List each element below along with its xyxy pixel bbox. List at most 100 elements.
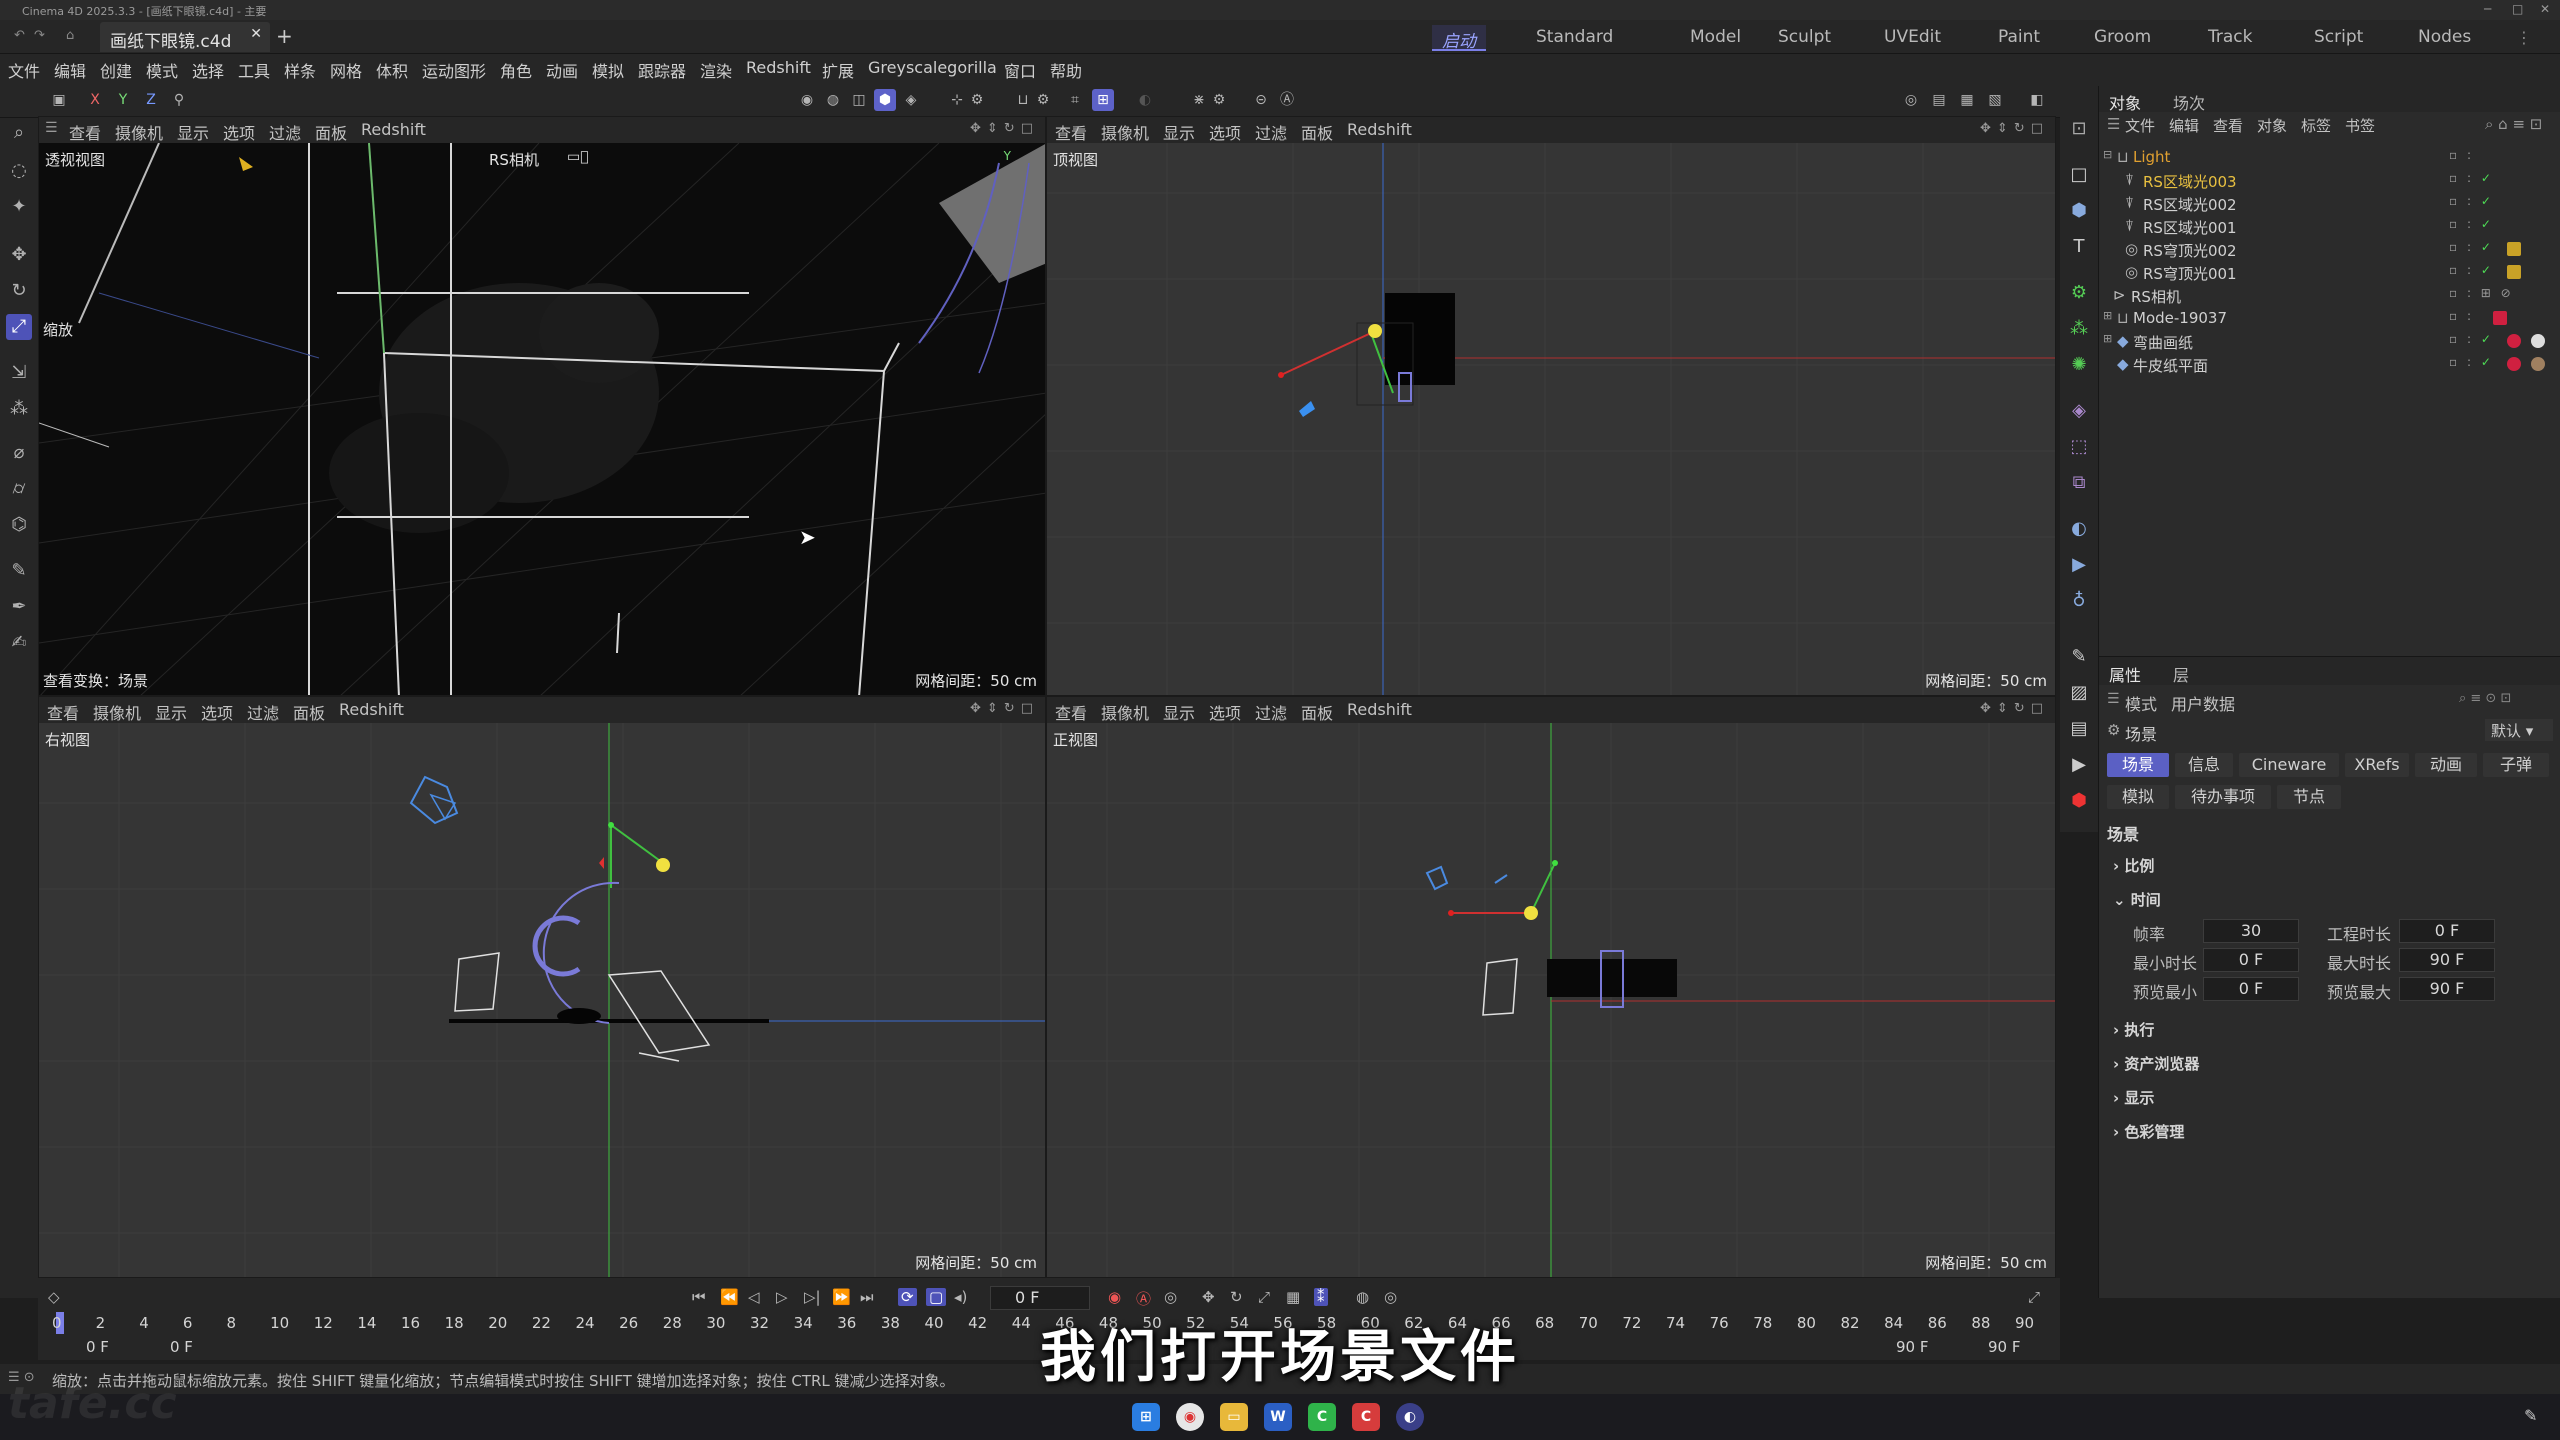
vp-menu-display[interactable]: 显示	[155, 700, 187, 724]
chrome-icon[interactable]: ◉	[1176, 1403, 1204, 1431]
layout-tab-script[interactable]: Script	[2304, 25, 2373, 51]
menu-mesh[interactable]: 网格	[330, 58, 362, 82]
motion-system-icon[interactable]: ◍	[1356, 1288, 1369, 1306]
expand-icon[interactable]: ⊟	[2103, 148, 2112, 161]
attr-btn-cineware[interactable]: Cineware	[2239, 753, 2339, 777]
grid-snap-icon[interactable]: ⊞	[1092, 89, 1114, 111]
vp-menu-filter[interactable]: 过滤	[1255, 120, 1287, 144]
search-objects-icon[interactable]: ⌕ ⌂ ≡ ⊡	[2485, 115, 2542, 133]
fps-field[interactable]: 30	[2203, 919, 2299, 943]
render-active-icon[interactable]: ▤	[1928, 89, 1950, 111]
viewport-canvas[interactable]	[1047, 723, 2055, 1277]
viewport-nav-icons[interactable]: ✥⇕↻□	[1980, 701, 2049, 716]
sound-icon[interactable]: ◂)	[954, 1288, 967, 1306]
timeline-icon[interactable]: ▤	[2066, 716, 2092, 742]
attr-menu-mode[interactable]: 模式	[2125, 691, 2157, 715]
obj-menu-file[interactable]: 文件	[2125, 115, 2155, 136]
brush-icon[interactable]: ✎	[6, 558, 32, 584]
layout-tab-track[interactable]: Track	[2198, 25, 2262, 51]
visibility-flags[interactable]: ▫ : ✓	[2449, 171, 2494, 185]
viewport-front[interactable]: 查看 摄像机 显示 选项 过滤 面板 Redshift ✥⇕↻□ 正视图 网格间…	[1046, 696, 2056, 1278]
document-tab[interactable]: 画纸下眼镜.c4d ✕	[100, 22, 270, 52]
coordinate-system-icon[interactable]: ⚲	[168, 89, 190, 111]
rotate-icon[interactable]: ↻	[6, 278, 32, 304]
viewport-canvas[interactable]	[39, 723, 1045, 1277]
max-time-field[interactable]: 90 F	[2399, 948, 2495, 972]
vp-menu-options[interactable]: 选项	[1209, 120, 1241, 144]
attr-btn-animation[interactable]: 动画	[2415, 753, 2477, 777]
visibility-flags[interactable]: ▫ : ✓	[2449, 355, 2494, 369]
obj-menu-bookmarks[interactable]: 书签	[2345, 115, 2375, 136]
menu-spline[interactable]: 样条	[284, 58, 316, 82]
attr-btn-todo[interactable]: 待办事项	[2175, 785, 2271, 809]
tree-row-rs-area-light-002[interactable]: ⍒ RS区域光002 ▫ : ✓	[2099, 192, 2560, 215]
menu-tools[interactable]: 工具	[238, 58, 270, 82]
attr-btn-xrefs[interactable]: XRefs	[2345, 753, 2409, 777]
wechat-icon[interactable]: C	[1308, 1403, 1336, 1431]
obj-menu-edit[interactable]: 编辑	[2169, 115, 2199, 136]
viewport-canvas[interactable]	[1047, 143, 2055, 695]
prev-frame-icon[interactable]: ◁	[748, 1288, 760, 1306]
vp-menu-filter[interactable]: 过滤	[1255, 700, 1287, 724]
group-time[interactable]: ⌄ 时间	[2113, 889, 2161, 910]
attr-btn-bullet[interactable]: 子弹	[2483, 753, 2549, 777]
polygons-mode-icon[interactable]: ⬢	[874, 89, 896, 111]
workplane-icon[interactable]: ⋇	[1188, 89, 1210, 111]
vp-menu-view[interactable]: 查看	[47, 700, 79, 724]
vp-menu-display[interactable]: 显示	[1163, 120, 1195, 144]
home-icon[interactable]: ⌂	[66, 28, 74, 43]
vp-menu-view[interactable]: 查看	[1055, 700, 1087, 724]
vp-menu-options[interactable]: 选项	[201, 700, 233, 724]
visibility-flags[interactable]: ▫ : ⊞ ⊘	[2449, 286, 2514, 300]
redshift-icon[interactable]: ⬢	[2066, 788, 2092, 814]
material-tag-icon[interactable]	[2507, 357, 2521, 371]
volume-icon[interactable]: ⧉	[2066, 470, 2092, 496]
render-view-icon[interactable]: ◎	[1900, 89, 1922, 111]
camera-icon[interactable]: ▶	[2066, 552, 2092, 578]
layout-tab-model[interactable]: Model	[1680, 25, 1751, 51]
expand-icon[interactable]: ⊞	[2103, 309, 2112, 322]
obj-menu-tags[interactable]: 标签	[2301, 115, 2331, 136]
material-sphere-icon[interactable]	[2531, 334, 2545, 348]
magnet-settings-icon[interactable]: ⚙	[1032, 89, 1054, 111]
group-display[interactable]: › 显示	[2113, 1087, 2154, 1108]
menu-extensions[interactable]: 扩展	[822, 58, 854, 82]
tree-row-mode-19037[interactable]: ⊞ ⊔ Mode-19037 ▫ :	[2099, 307, 2560, 330]
play-render-icon[interactable]: ▶	[2066, 752, 2092, 778]
next-frame-icon[interactable]: ▷|	[804, 1288, 821, 1306]
windows-icon[interactable]: ⊞	[1132, 1403, 1160, 1431]
render-picture-viewer-icon[interactable]: ▦	[1956, 89, 1978, 111]
menu-tracker[interactable]: 跟踪器	[638, 58, 686, 82]
vp-menu-camera[interactable]: 摄像机	[115, 120, 163, 144]
light-icon[interactable]: ♁	[2066, 588, 2092, 614]
key-position-icon[interactable]: ✥	[1202, 1288, 1215, 1306]
explorer-icon[interactable]: ▭	[1220, 1403, 1248, 1431]
vp-menu-redshift[interactable]: Redshift	[1347, 120, 1412, 139]
more-options-icon[interactable]: ⋮	[2516, 28, 2532, 47]
layout-tab-nodes[interactable]: Nodes	[2408, 25, 2481, 51]
soft-selection-icon[interactable]: ⁂	[6, 396, 32, 422]
render-region-icon[interactable]: Ⓐ	[1276, 89, 1298, 111]
magnet-icon[interactable]: ⊔	[1012, 89, 1034, 111]
live-selection-icon[interactable]: ◌	[6, 158, 32, 184]
autokey-icon[interactable]: Ⓐ	[1136, 1288, 1151, 1309]
key-rotation-icon[interactable]: ↻	[1230, 1288, 1243, 1306]
tab-layers[interactable]: 层	[2173, 662, 2189, 686]
min-time-field[interactable]: 0 F	[2203, 948, 2299, 972]
select-objects-icon[interactable]: ⊡	[2066, 116, 2092, 142]
redo-icon[interactable]: ↷	[34, 28, 45, 43]
axis-z-toggle[interactable]: Z	[140, 89, 162, 111]
viewport-canvas[interactable]	[39, 142, 1045, 695]
visibility-flags[interactable]: ▫ :	[2449, 148, 2474, 162]
vp-menu-redshift[interactable]: Redshift	[1347, 700, 1412, 719]
attr-btn-scene[interactable]: 场景	[2107, 753, 2169, 777]
vp-menu-view[interactable]: 查看	[69, 120, 101, 144]
tab-objects[interactable]: 对象	[2109, 90, 2141, 114]
attr-btn-nodes[interactable]: 节点	[2277, 785, 2341, 809]
uv-mode-icon[interactable]: ◈	[900, 89, 922, 111]
keyframe-selection-icon[interactable]: ◎	[1164, 1288, 1177, 1306]
menu-mode[interactable]: 模式	[146, 58, 178, 82]
camera-lock-icon[interactable]: ▭⃪	[567, 149, 589, 165]
menu-volume[interactable]: 体积	[376, 58, 408, 82]
attr-menu-userdata[interactable]: 用户数据	[2171, 691, 2235, 715]
